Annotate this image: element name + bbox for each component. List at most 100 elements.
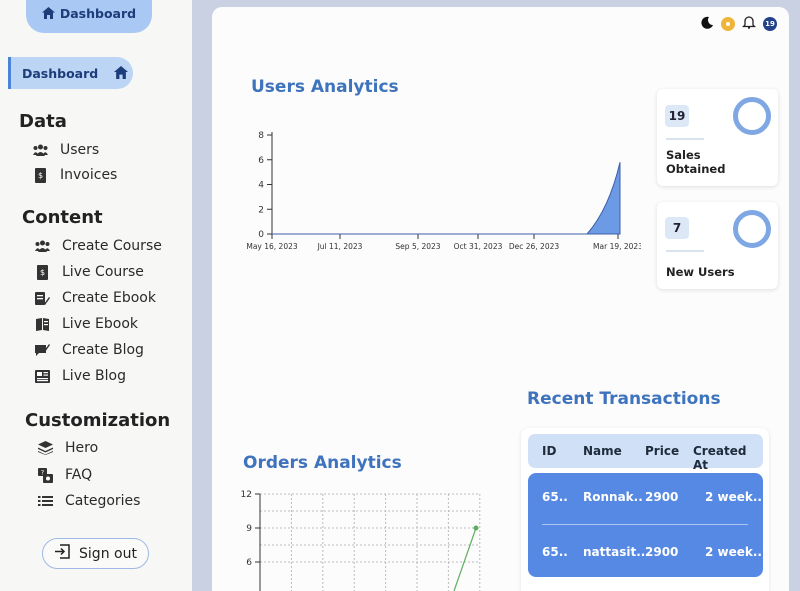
cell-created-at: 2 week.. xyxy=(705,545,762,559)
sidebar-item-users[interactable]: Users xyxy=(33,142,99,158)
sidebar-item-label: Live Ebook xyxy=(62,316,139,332)
table-header: ID Name Price Created At xyxy=(528,434,763,472)
divider xyxy=(666,250,704,252)
sidebar: Dashboard Dashboard Data Users $ Invoice… xyxy=(0,0,192,591)
notification-badge: 19 xyxy=(763,16,777,31)
x-tick-label: Sep 5, 2023 xyxy=(395,242,440,251)
sidebar-item-label: Create Blog xyxy=(62,342,144,358)
cell-id: 65.. xyxy=(542,490,568,504)
sales-label-line-2: Obtained xyxy=(666,162,726,176)
users-area-series xyxy=(272,162,621,235)
sidebar-item-label: Invoices xyxy=(60,167,118,183)
sales-stat-card: 19 Sales Obtained xyxy=(657,89,778,186)
newspaper-icon xyxy=(35,369,50,384)
header-actions: 19 xyxy=(701,14,777,33)
comment-edit-icon xyxy=(35,343,50,358)
sidebar-item-label: Live Course xyxy=(62,264,144,280)
sun-icon[interactable] xyxy=(721,16,735,31)
orders-analytics-chart: 6 9 12 xyxy=(241,490,481,591)
cell-name: nattasit.. xyxy=(583,545,646,559)
list-icon xyxy=(38,494,53,509)
new-users-progress-ring xyxy=(733,210,771,248)
sidebar-item-live-course[interactable]: $ Live Course xyxy=(35,264,144,280)
y-tick-label: 2 xyxy=(258,205,264,215)
layers-icon xyxy=(38,441,53,456)
cell-id: 65.. xyxy=(542,545,568,559)
users-icon xyxy=(35,239,50,254)
sidebar-item-label: Categories xyxy=(65,493,141,509)
users-icon xyxy=(33,143,48,158)
moon-icon[interactable] xyxy=(701,14,714,33)
book-icon xyxy=(35,317,50,332)
bell-icon[interactable] xyxy=(741,14,757,33)
sidebar-item-dashboard[interactable]: Dashboard xyxy=(8,57,133,89)
new-users-count: 7 xyxy=(665,217,689,239)
faq-icon: ? xyxy=(38,467,53,483)
home-icon xyxy=(41,4,55,23)
row-divider xyxy=(542,524,748,525)
sidebar-item-label: Create Ebook xyxy=(62,290,156,306)
column-header-id: ID xyxy=(542,444,557,458)
sidebar-item-label: Create Course xyxy=(62,238,162,254)
sidebar-item-create-ebook[interactable]: Create Ebook xyxy=(35,290,156,306)
column-header-price: Price xyxy=(645,444,680,458)
section-title-content: Content xyxy=(22,207,103,228)
users-analytics-title: Users Analytics xyxy=(251,77,399,97)
sales-progress-ring xyxy=(733,97,771,135)
x-tick-label: Mar 19, 2023 xyxy=(593,242,641,251)
divider xyxy=(666,138,704,140)
svg-text:$: $ xyxy=(38,171,43,180)
invoice-icon: $ xyxy=(33,167,48,183)
orders-line-series xyxy=(453,527,477,591)
sidebar-item-hero[interactable]: Hero xyxy=(38,440,98,456)
sidebar-item-categories[interactable]: Categories xyxy=(38,493,140,509)
y-tick-label: 0 xyxy=(258,230,264,240)
top-dashboard-label: Dashboard xyxy=(59,6,137,21)
sidebar-item-create-blog[interactable]: Create Blog xyxy=(35,342,144,358)
transactions-table: ID Name Price Created At 65.. Ronnak.. 2… xyxy=(521,428,769,591)
sidebar-item-faq[interactable]: ? FAQ xyxy=(38,467,92,483)
sign-out-button[interactable]: Sign out xyxy=(42,538,149,569)
edit-document-icon xyxy=(35,291,50,306)
x-tick-label: Dec 26, 2023 xyxy=(509,242,560,251)
sidebar-item-label: FAQ xyxy=(65,467,93,483)
svg-text:$: $ xyxy=(40,268,45,277)
sign-out-label: Sign out xyxy=(79,545,137,562)
sidebar-item-label: Live Blog xyxy=(62,368,126,384)
sidebar-item-label: Hero xyxy=(65,440,99,456)
sidebar-item-live-blog[interactable]: Live Blog xyxy=(35,368,126,384)
y-tick-label: 4 xyxy=(258,181,264,191)
y-tick-label: 9 xyxy=(246,524,252,534)
new-users-label: New Users xyxy=(666,265,735,279)
x-tick-label: Oct 31, 2023 xyxy=(454,242,503,251)
sidebar-item-label: Users xyxy=(60,142,100,158)
section-title-data: Data xyxy=(19,111,67,132)
column-header-name: Name xyxy=(583,444,622,458)
sales-label-line-1: Sales xyxy=(666,148,701,162)
x-tick-label: Jul 11, 2023 xyxy=(317,242,363,251)
sales-count: 19 xyxy=(665,105,689,127)
orders-data-point xyxy=(473,525,479,531)
sidebar-item-label: Dashboard xyxy=(22,65,99,81)
sign-out-icon xyxy=(54,544,70,563)
invoice-icon: $ xyxy=(35,264,50,280)
cell-price: 2900 xyxy=(645,490,679,504)
x-tick-label: May 16, 2023 xyxy=(246,242,298,251)
y-tick-label: 6 xyxy=(258,156,264,166)
y-tick-label: 8 xyxy=(258,131,264,141)
new-users-stat-card: 7 New Users xyxy=(657,202,778,289)
sidebar-item-live-ebook[interactable]: Live Ebook xyxy=(35,316,138,332)
y-tick-label: 6 xyxy=(246,558,252,568)
section-title-customization: Customization xyxy=(25,410,171,431)
sidebar-item-invoices[interactable]: $ Invoices xyxy=(33,167,117,183)
cell-created-at: 2 week.. xyxy=(705,490,762,504)
users-analytics-chart: 0 2 4 6 8 May 16, 2023 Jul 11, 2023 Sep 5, 2023… xyxy=(246,131,641,251)
top-dashboard-tab[interactable]: Dashboard xyxy=(26,0,152,33)
y-tick-label: 12 xyxy=(241,490,252,500)
cell-name: Ronnak.. xyxy=(583,490,643,504)
recent-transactions-title: Recent Transactions xyxy=(527,389,721,409)
cell-price: 2900 xyxy=(645,545,679,559)
home-icon xyxy=(114,64,129,83)
column-header-created-at: Created At xyxy=(693,444,747,472)
sidebar-item-create-course[interactable]: Create Course xyxy=(35,238,162,254)
